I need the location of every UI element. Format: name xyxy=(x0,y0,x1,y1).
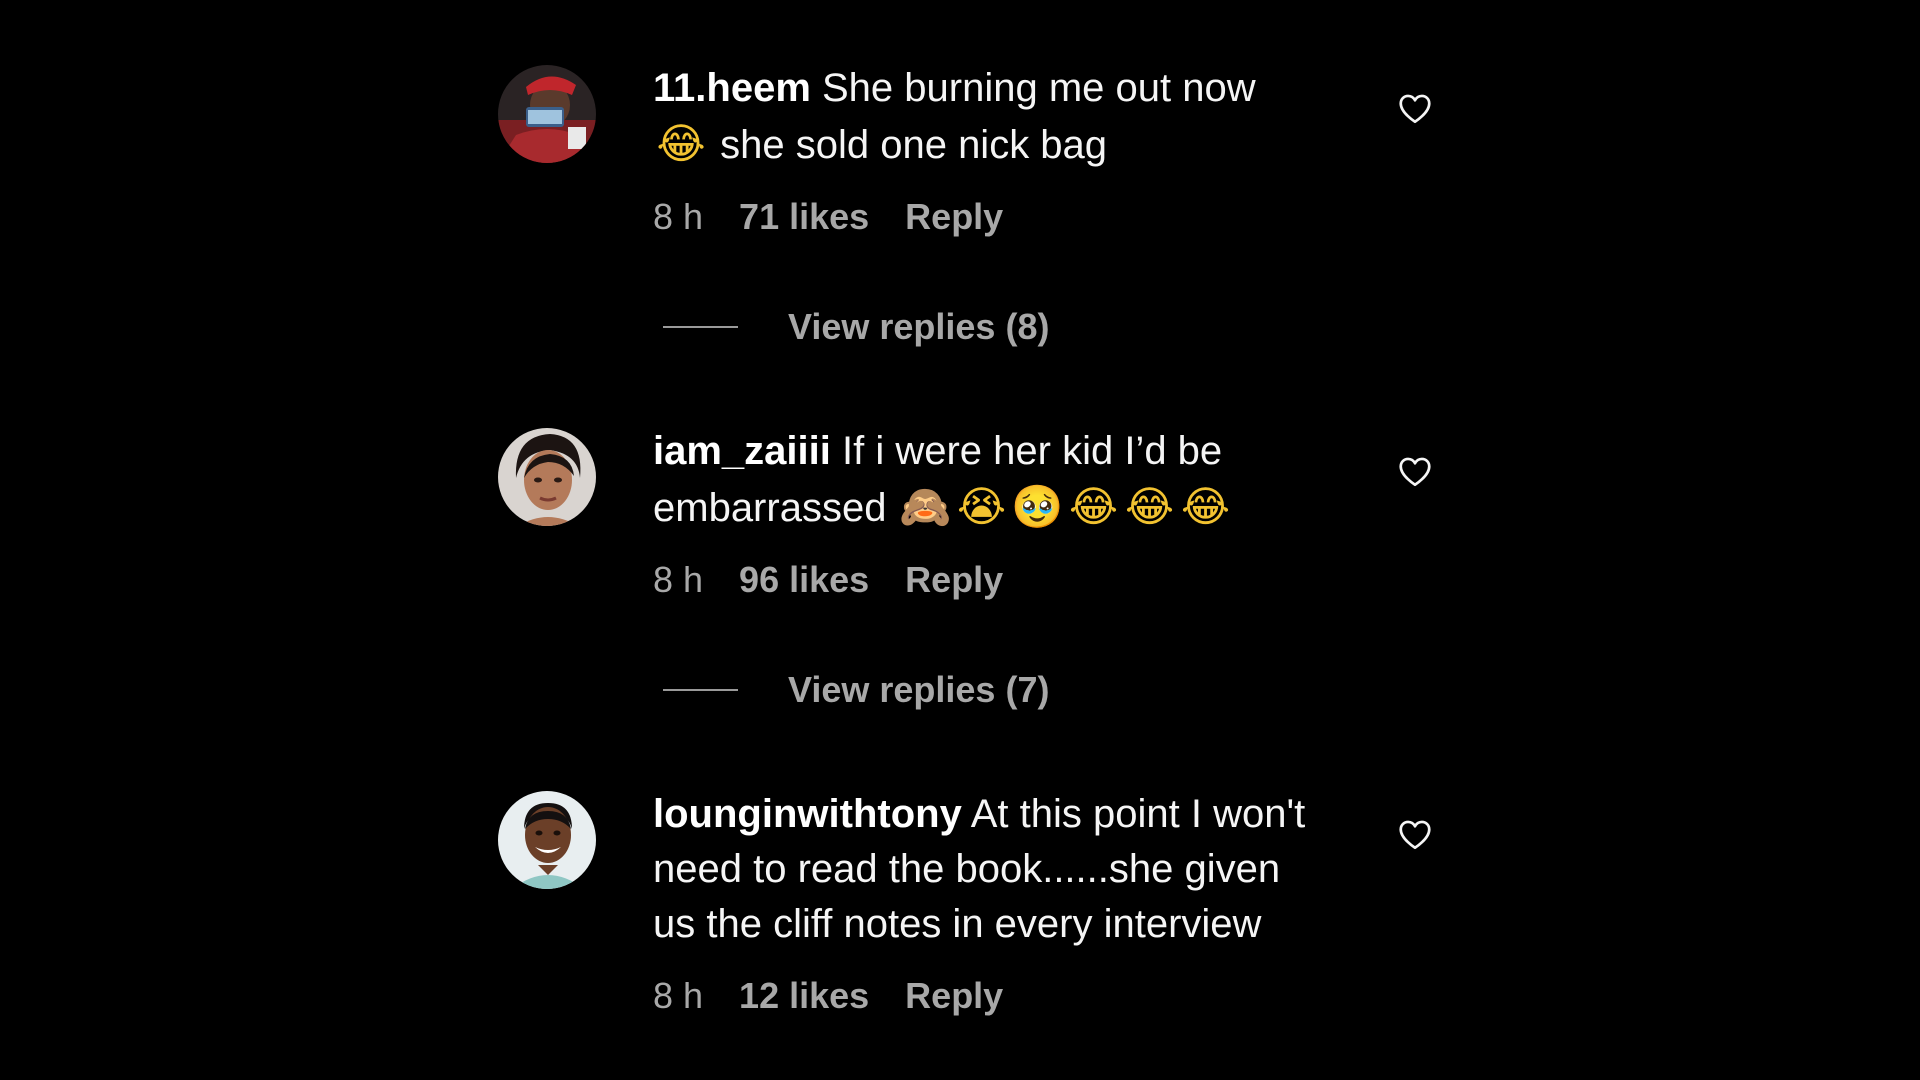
avatar[interactable] xyxy=(498,791,596,889)
comment-meta: 8 h 12 likes Reply xyxy=(653,974,1333,1018)
avatar-image xyxy=(498,65,596,163)
divider-line xyxy=(663,326,738,328)
laughing-emoji: 😂 xyxy=(1181,482,1231,531)
comment-likes[interactable]: 71 likes xyxy=(739,195,869,239)
see-no-evil-monkey-emoji: 🙈 xyxy=(899,482,952,531)
comment-text: iam_zaiiii If i were her kid I’d be emba… xyxy=(653,424,1333,536)
comment-time: 8 h xyxy=(653,196,704,237)
laughing-emoji: 😂 xyxy=(1069,482,1119,531)
comment-text: 11.heem She burning me out now 😂 she sol… xyxy=(653,61,1333,173)
divider-line xyxy=(663,689,738,691)
heart-icon xyxy=(1399,820,1431,850)
avatar[interactable] xyxy=(498,428,596,526)
reply-button[interactable]: Reply xyxy=(905,974,1003,1018)
like-button[interactable] xyxy=(1396,817,1434,853)
comments-list: 11.heem She burning me out now 😂 she sol… xyxy=(0,0,1920,1080)
comment-body: lounginwithtony At this point I won't ne… xyxy=(653,787,1333,1018)
avatar-image xyxy=(498,428,596,526)
avatar-image xyxy=(498,791,596,889)
comment-username[interactable]: iam_zaiiii xyxy=(653,429,831,473)
view-replies-button[interactable]: View replies (8) xyxy=(663,305,1049,349)
comment-time: 8 h xyxy=(653,559,704,600)
comment-meta: 8 h 96 likes Reply xyxy=(653,558,1333,602)
crying-face-emoji: 😭 xyxy=(957,482,1007,531)
comment-text-part: she sold one nick bag xyxy=(709,123,1108,167)
reply-button[interactable]: Reply xyxy=(905,195,1003,239)
comment-username[interactable]: lounginwithtony xyxy=(653,792,962,836)
laughing-emoji: 😂 xyxy=(656,119,706,168)
comment-meta: 8 h 71 likes Reply xyxy=(653,195,1333,239)
view-replies-button[interactable]: View replies (7) xyxy=(663,668,1049,712)
like-button[interactable] xyxy=(1396,454,1434,490)
view-replies-label: View replies (8) xyxy=(788,306,1050,347)
comment-body: iam_zaiiii If i were her kid I’d be emba… xyxy=(653,424,1333,602)
heart-icon xyxy=(1399,457,1431,487)
reply-button[interactable]: Reply xyxy=(905,558,1003,602)
heart-icon xyxy=(1399,94,1431,124)
holding-back-tears-emoji: 🥹 xyxy=(1011,482,1064,531)
like-button[interactable] xyxy=(1396,91,1434,127)
laughing-emoji: 😂 xyxy=(1125,482,1175,531)
comment-likes[interactable]: 12 likes xyxy=(739,974,869,1018)
comment-body: 11.heem She burning me out now 😂 she sol… xyxy=(653,61,1333,239)
comment-text: lounginwithtony At this point I won't ne… xyxy=(653,787,1333,952)
comment-username[interactable]: 11.heem xyxy=(653,66,811,110)
comment-time: 8 h xyxy=(653,975,704,1016)
comment-likes[interactable]: 96 likes xyxy=(739,558,869,602)
avatar[interactable] xyxy=(498,65,596,163)
view-replies-label: View replies (7) xyxy=(788,669,1050,710)
comment-text-part: She burning me out now xyxy=(810,66,1256,110)
